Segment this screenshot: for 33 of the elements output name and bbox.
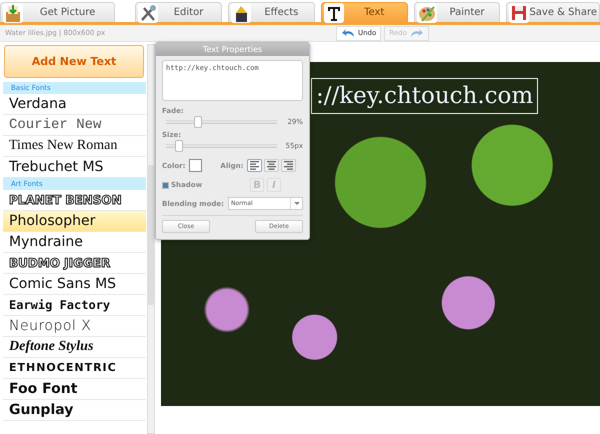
dialog-title: Text Properties — [156, 43, 309, 56]
text-layer[interactable]: ://key.chtouch.com — [311, 78, 538, 114]
dropdown-caret-icon — [294, 202, 300, 205]
font-list-item[interactable]: Verdana — [3, 94, 146, 115]
color-swatch[interactable] — [189, 159, 202, 172]
align-right-icon — [284, 161, 294, 170]
tab[interactable]: Text — [320, 2, 408, 22]
palette-icon — [418, 4, 436, 22]
tab[interactable]: Save & Share — [506, 2, 600, 22]
tools-icon — [139, 4, 158, 22]
font-list-item[interactable]: Deftone Stylus — [3, 337, 146, 358]
tray-icon — [4, 4, 22, 22]
align-button[interactable] — [281, 159, 296, 172]
scrollbar[interactable] — [147, 44, 155, 434]
tab[interactable]: Get Picture — [0, 2, 116, 22]
align-button[interactable] — [264, 159, 280, 172]
align-center-icon — [267, 161, 276, 170]
font-list-item[interactable]: Myndraine — [3, 232, 146, 253]
align-left-icon — [250, 161, 260, 170]
undo-arrow-icon — [341, 28, 355, 38]
tab[interactable]: Effects — [228, 2, 315, 22]
tab[interactable]: Painter — [414, 2, 500, 22]
font-list-item[interactable]: Pholosopher — [3, 211, 146, 232]
font-list-item[interactable]: Gunplay — [3, 400, 146, 421]
font-list-item[interactable]: Trebuchet MS — [3, 157, 146, 178]
redo-arrow-icon — [410, 28, 424, 38]
font-list-item[interactable]: Neuropol X — [3, 316, 146, 337]
font-list-item[interactable]: Comic Sans MS — [3, 274, 146, 295]
font-list-item[interactable]: Courier New — [3, 115, 146, 136]
align-button[interactable] — [247, 159, 262, 172]
slider-thumb[interactable] — [175, 140, 184, 152]
slider-thumb[interactable] — [194, 116, 202, 128]
tab[interactable]: Editor — [135, 2, 222, 22]
